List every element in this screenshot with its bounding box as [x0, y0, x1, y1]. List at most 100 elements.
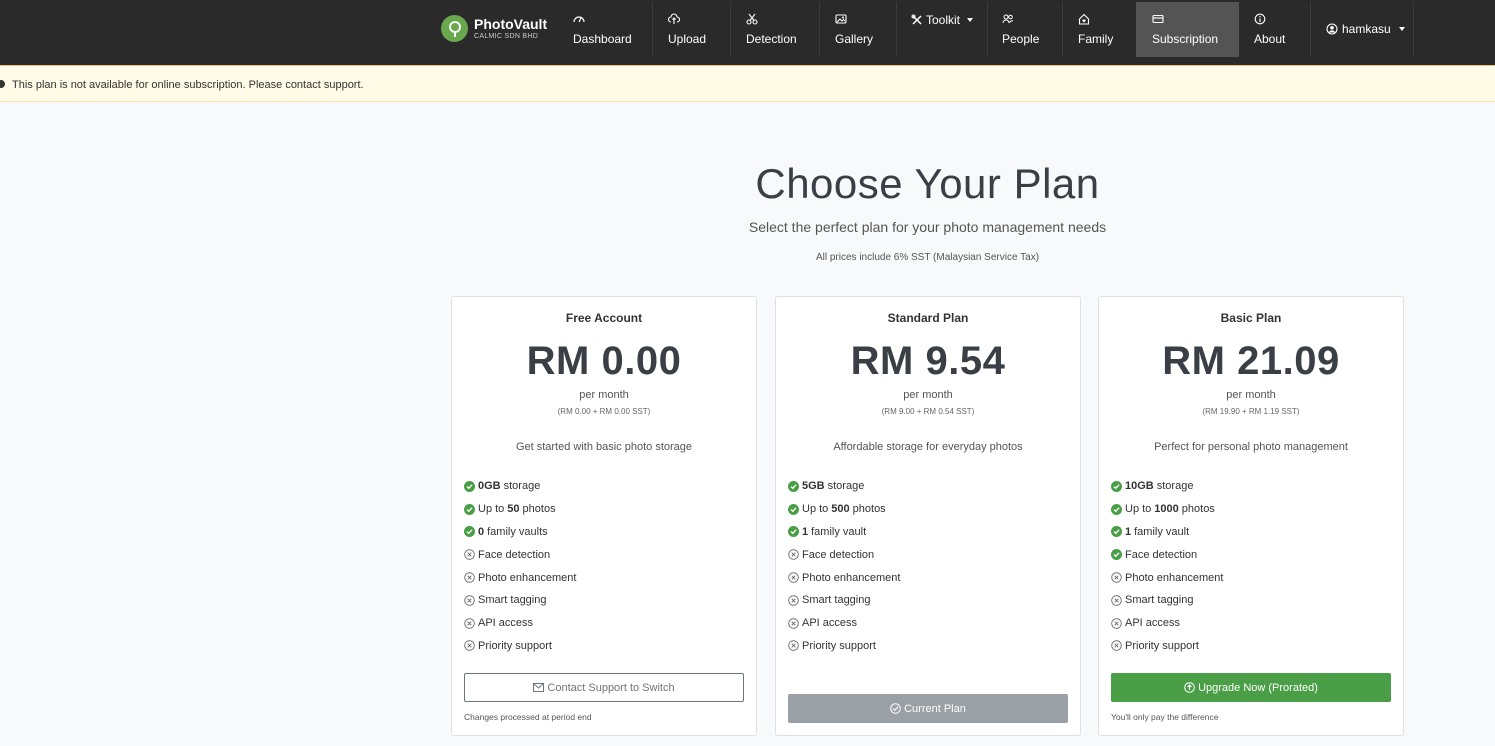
- credit-card-icon: [1152, 14, 1164, 24]
- feature-item: Priority support: [1111, 635, 1223, 658]
- check-circle-icon: [1111, 526, 1122, 538]
- nav-divider: [819, 2, 820, 57]
- plan-price: RM 0.00: [526, 339, 682, 383]
- nav-divider: [896, 2, 897, 57]
- feature-text: Priority support: [1125, 639, 1199, 652]
- feature-item: API access: [1111, 612, 1223, 635]
- x-circle-icon: [788, 617, 799, 629]
- feature-list: 5GB storage Up to 500 photos 1 family vault Fac…: [788, 475, 900, 657]
- x-circle-icon: [464, 640, 475, 652]
- feature-item: 10GB storage: [1111, 475, 1223, 498]
- brand-name: PhotoVault: [474, 15, 548, 32]
- feature-text: Priority support: [478, 639, 552, 652]
- check-circle-icon: [464, 480, 475, 492]
- plan-card-standard: Standard Plan RM 9.54 per month (RM 9.00…: [775, 296, 1081, 736]
- brand[interactable]: PhotoVault CALMIC SDN BHD: [441, 15, 547, 42]
- user-circle-icon: [1326, 23, 1338, 35]
- feature-prefix: Up to: [1125, 503, 1152, 516]
- check-circle-icon: [890, 703, 901, 714]
- plan-price-breakdown: (RM 19.90 + RM 1.19 SST): [1202, 407, 1300, 416]
- feature-item: Priority support: [464, 635, 576, 658]
- feature-item: Photo enhancement: [464, 566, 576, 589]
- plan-description: Affordable storage for everyday photos: [833, 441, 1023, 453]
- x-circle-icon: [464, 617, 475, 629]
- plan-period: per month: [1226, 389, 1276, 401]
- plan-price-breakdown: (RM 0.00 + RM 0.00 SST): [557, 407, 651, 416]
- nav-dashboard-label: Dashboard: [573, 32, 632, 46]
- nav-divider: [987, 2, 988, 57]
- alert-text: This plan is not available for online su…: [12, 79, 364, 91]
- contact-support-label: Contact Support to Switch: [547, 681, 675, 694]
- plan-price-breakdown: (RM 9.00 + RM 0.54 SST): [881, 407, 975, 416]
- chevron-down-icon: [967, 18, 974, 22]
- contact-support-button[interactable]: Contact Support to Switch: [464, 673, 744, 702]
- top-navbar: PhotoVault CALMIC SDN BHD Dashboard Uplo…: [0, 0, 1495, 66]
- x-circle-icon: [788, 549, 799, 561]
- feature-item: Up to 500 photos: [788, 498, 900, 521]
- feature-text: storage: [503, 480, 541, 493]
- plan-name: Standard Plan: [887, 311, 969, 325]
- plan-price: RM 21.09: [1162, 339, 1340, 383]
- check-circle-icon: [788, 526, 799, 538]
- check-circle-icon: [1111, 549, 1122, 561]
- tree-logo-icon: [441, 15, 468, 42]
- feature-value: 10GB: [1125, 480, 1154, 493]
- warning-alert: This plan is not available for online su…: [0, 67, 1495, 102]
- feature-text: storage: [827, 480, 865, 493]
- plan-card-free: Free Account RM 0.00 per month (RM 0.00 …: [451, 296, 757, 736]
- brand-subtitle: CALMIC SDN BHD: [474, 32, 539, 40]
- upgrade-now-button[interactable]: Upgrade Now (Prorated): [1111, 673, 1391, 702]
- nav-about-label: About: [1254, 32, 1286, 46]
- x-circle-icon: [464, 549, 475, 561]
- feature-item: Photo enhancement: [788, 566, 900, 589]
- x-circle-icon: [788, 572, 799, 583]
- feature-prefix: Up to: [802, 503, 829, 516]
- check-circle-icon: [788, 480, 799, 492]
- current-plan-button[interactable]: Current Plan: [788, 694, 1068, 723]
- feature-text: API access: [1125, 617, 1181, 630]
- x-circle-icon: [464, 595, 475, 606]
- check-circle-icon: [464, 526, 475, 538]
- nav-people-label: People: [1002, 32, 1040, 46]
- feature-text: Smart tagging: [1125, 594, 1194, 607]
- feature-value: 0GB: [478, 480, 501, 493]
- plan-description: Perfect for personal photo management: [1154, 441, 1348, 453]
- x-circle-icon: [1111, 640, 1122, 652]
- check-circle-icon: [1111, 480, 1122, 492]
- feature-text: photos: [852, 503, 886, 516]
- house-heart-icon: [1078, 13, 1090, 25]
- plan-name: Free Account: [565, 311, 643, 325]
- nav-detection-label: Detection: [746, 32, 797, 46]
- x-circle-icon: [788, 640, 799, 652]
- nav-subscription[interactable]: Subscription: [1136, 2, 1239, 57]
- x-circle-icon: [1111, 572, 1122, 583]
- plan-footnote: You'll only pay the difference: [1111, 712, 1219, 722]
- feature-value: 0: [478, 525, 485, 538]
- feature-list: 0GB storage Up to 50 photos 0 family vaults Fac…: [464, 475, 576, 657]
- info-circle-icon: [1254, 13, 1266, 25]
- feature-prefix: Up to: [478, 503, 505, 516]
- x-circle-icon: [1111, 595, 1122, 606]
- nav-divider: [1062, 2, 1063, 57]
- feature-value: 1: [1125, 525, 1132, 538]
- feature-item: Face detection: [464, 543, 576, 566]
- feature-item: Priority support: [788, 635, 900, 658]
- feature-list: 10GB storage Up to 1000 photos 1 family vault F…: [1111, 475, 1223, 657]
- feature-item: 0GB storage: [464, 475, 576, 498]
- feature-text: Photo enhancement: [478, 571, 577, 584]
- images-icon: [835, 14, 847, 24]
- plan-description: Get started with basic photo storage: [515, 441, 693, 453]
- x-circle-icon: [788, 595, 799, 606]
- cloud-upload-icon: [668, 13, 680, 24]
- nav-toolkit-dropdown[interactable]: Toolkit: [911, 13, 974, 27]
- current-plan-label: Current Plan: [904, 702, 966, 715]
- feature-item: Face detection: [1111, 543, 1223, 566]
- user-menu-dropdown[interactable]: hamkasu: [1326, 22, 1405, 36]
- feature-value: 1000: [1154, 503, 1179, 516]
- feature-item: Smart tagging: [1111, 589, 1223, 612]
- feature-text: Priority support: [802, 639, 876, 652]
- feature-text: family vault: [811, 525, 867, 538]
- plan-period: per month: [579, 389, 629, 401]
- nav-gallery-label: Gallery: [835, 32, 874, 46]
- plan-card-basic: Basic Plan RM 21.09 per month (RM 19.90 …: [1098, 296, 1404, 736]
